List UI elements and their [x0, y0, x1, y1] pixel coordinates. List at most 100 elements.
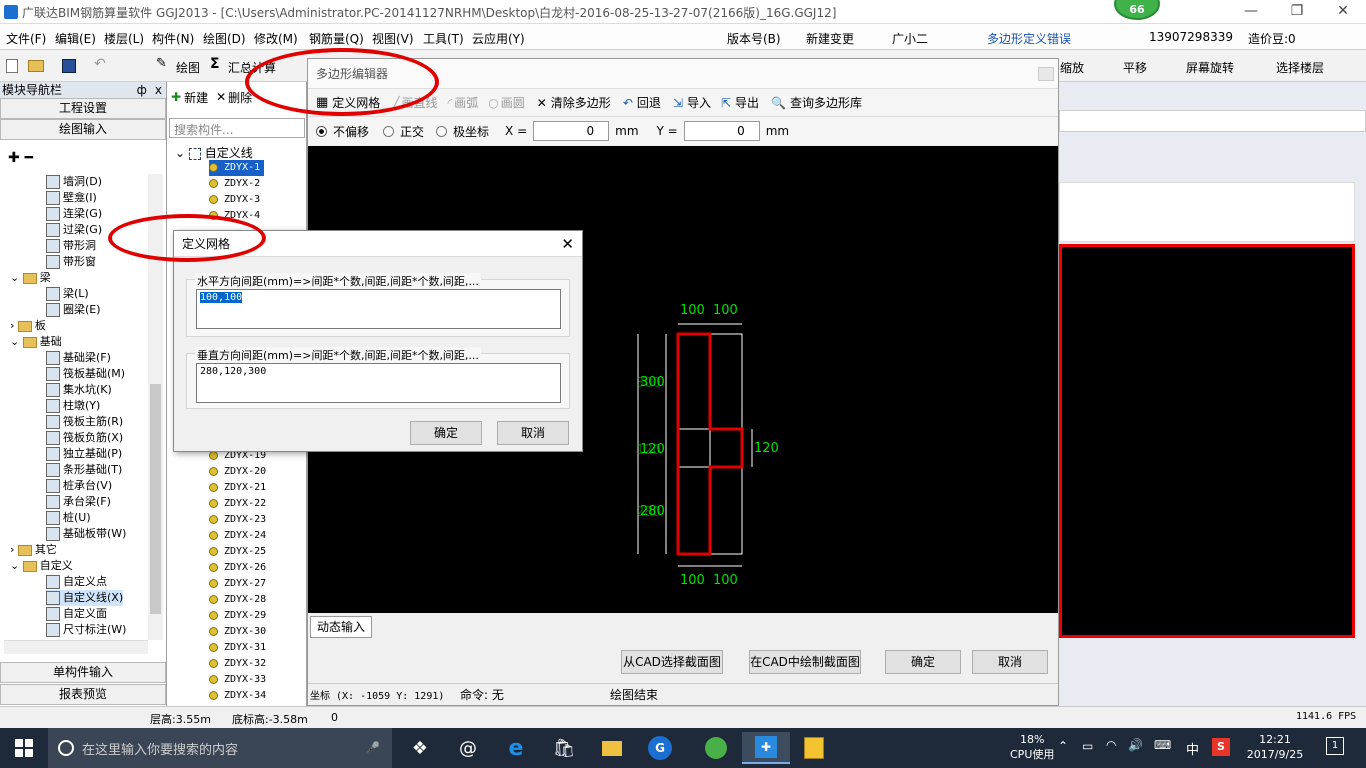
clear-polygon-button[interactable]: 清除多边形	[551, 94, 611, 111]
volume-icon[interactable]: 🔊	[1128, 738, 1143, 752]
radio-polar[interactable]	[436, 125, 448, 137]
y-input[interactable]: 0	[683, 121, 760, 141]
taskbar-search[interactable]: 在这里输入你要搜索的内容 🎤	[48, 728, 392, 768]
tray-arrow-icon[interactable]: ⌃	[1058, 739, 1068, 753]
ggj-active-icon[interactable]: ✚	[742, 732, 790, 764]
import-icon[interactable]: ⇲	[673, 96, 683, 110]
menu-tools[interactable]: 工具(T)	[423, 30, 464, 47]
circle-button[interactable]: 画圆	[501, 94, 525, 111]
list-item[interactable]: ZDYX-27	[209, 576, 266, 592]
tree-item[interactable]: 带形窗	[46, 254, 96, 270]
new-button[interactable]: 新建	[184, 89, 208, 106]
polygon-close-icon[interactable]	[1038, 67, 1054, 81]
list-item[interactable]: ZDYX-25	[209, 544, 266, 560]
tree-folder[interactable]: ⌄ 基础	[10, 334, 62, 350]
close-icon[interactable]: ✕	[561, 235, 574, 253]
tray-chat-icon[interactable]: ▭	[1082, 739, 1093, 753]
list-item-selected[interactable]: ZDYX-1	[209, 160, 265, 176]
chevron-down-icon[interactable]: ⌄	[10, 271, 23, 284]
open-folder-icon[interactable]	[28, 60, 44, 72]
price-beans[interactable]: 造价豆:0	[1248, 30, 1296, 47]
clear-icon[interactable]: ✕	[537, 96, 547, 110]
tree-item[interactable]: 集水坑(K)	[46, 382, 112, 398]
list-item[interactable]: ZDYX-32	[209, 656, 266, 672]
rotate-button[interactable]: 屏幕旋转	[1186, 59, 1234, 76]
select-floor-button[interactable]: 选择楼层	[1276, 59, 1324, 76]
list-item[interactable]: ZDYX-29	[209, 608, 266, 624]
list-item[interactable]: ZDYX-26	[209, 560, 266, 576]
radio-no-offset[interactable]	[316, 125, 327, 137]
project-settings-button[interactable]: 工程设置	[0, 98, 166, 119]
menu-assistant[interactable]: 广小二	[892, 30, 928, 47]
store-icon[interactable]: 🛍	[540, 732, 588, 764]
tree-item[interactable]: 自定义面	[46, 606, 107, 622]
menu-edit[interactable]: 编辑(E)	[55, 30, 96, 47]
tree-item[interactable]: 筏板负筋(X)	[46, 430, 123, 446]
tree-item[interactable]: 自定义点	[46, 574, 107, 590]
poly-ok-button[interactable]: 确定	[885, 650, 961, 674]
tree-folder[interactable]: › 板	[10, 318, 46, 334]
poly-cancel-button[interactable]: 取消	[972, 650, 1048, 674]
menu-cloud[interactable]: 云应用(Y)	[472, 30, 525, 47]
circle-icon[interactable]: ○	[488, 96, 498, 110]
start-button[interactable]	[0, 732, 48, 764]
nav-close-icon[interactable]: x	[155, 82, 162, 98]
chevron-right-icon[interactable]: ›	[10, 319, 18, 332]
app-spiral-icon[interactable]: @	[444, 732, 492, 764]
report-preview-button[interactable]: 报表预览	[0, 684, 166, 705]
list-item[interactable]: ZDYX-33	[209, 672, 266, 688]
save-icon[interactable]	[62, 59, 76, 73]
draw-in-cad-button[interactable]: 在CAD中绘制截面图	[749, 650, 861, 674]
menu-modify[interactable]: 修改(M)	[254, 30, 298, 47]
tree-item[interactable]: 过梁(G)	[46, 222, 102, 238]
close-button[interactable]: ✕	[1320, 0, 1366, 24]
list-item[interactable]: ZDYX-31	[209, 640, 266, 656]
tree-item[interactable]: 基础板带(W)	[46, 526, 126, 542]
export-button[interactable]: 导出	[735, 94, 759, 111]
new-file-icon[interactable]	[6, 59, 18, 73]
chevron-down-icon[interactable]: ⌄	[175, 146, 189, 160]
tree-item[interactable]: 桩(U)	[46, 510, 91, 526]
list-item[interactable]: ZDYX-3	[209, 192, 260, 208]
list-item[interactable]: ZDYX-23	[209, 512, 266, 528]
clock[interactable]: 12:21 2017/9/25	[1246, 732, 1304, 762]
list-item[interactable]: ZDYX-21	[209, 480, 266, 496]
menu-version[interactable]: 版本号(B)	[727, 30, 781, 47]
glodon-icon[interactable]: G	[636, 732, 684, 764]
tree-item[interactable]: 筏板主筋(R)	[46, 414, 123, 430]
menu-floor[interactable]: 楼层(L)	[104, 30, 144, 47]
draw-button[interactable]: 绘图	[176, 59, 200, 76]
component-search-input[interactable]: 搜索构件...	[169, 118, 305, 138]
wifi-icon[interactable]: ◠	[1106, 738, 1116, 752]
notes-icon[interactable]	[790, 732, 838, 764]
taskview-icon[interactable]: ❖	[396, 732, 444, 764]
tree-item[interactable]: 墙洞(D)	[46, 174, 102, 190]
expand-collapse-icons[interactable]: ✚ ━	[8, 150, 33, 166]
grid-cancel-button[interactable]: 取消	[497, 421, 569, 445]
tree-folder[interactable]: › 其它	[10, 542, 57, 558]
tree-item[interactable]: 独立基础(P)	[46, 446, 122, 462]
tree-item[interactable]: 圈梁(E)	[46, 302, 101, 318]
chevron-down-icon[interactable]: ⌄	[10, 559, 23, 572]
grid-ok-button[interactable]: 确定	[410, 421, 482, 445]
green-app-icon[interactable]	[692, 732, 740, 764]
tree-item-selected[interactable]: 自定义线(X)	[46, 590, 124, 606]
list-item[interactable]: ZDYX-2	[209, 176, 260, 192]
tree-item[interactable]: 筏板基础(M)	[46, 366, 125, 382]
pin-icon[interactable]: ф	[137, 82, 147, 98]
list-item[interactable]: ZDYX-24	[209, 528, 266, 544]
menu-draw[interactable]: 绘图(D)	[203, 30, 246, 47]
undo-button[interactable]: 回退	[637, 94, 661, 111]
mic-icon[interactable]: 🎤	[365, 741, 380, 755]
tree-item[interactable]: 基础梁(F)	[46, 350, 111, 366]
search-icon[interactable]: 🔍	[771, 96, 786, 110]
minimize-button[interactable]: —	[1228, 0, 1274, 24]
radio-ortho[interactable]	[383, 125, 395, 137]
menu-view[interactable]: 视图(V)	[372, 30, 414, 47]
menu-new-change[interactable]: 新建变更	[806, 30, 854, 47]
tree-item[interactable]: 连梁(G)	[46, 206, 102, 222]
pan-button[interactable]: 平移	[1123, 59, 1147, 76]
list-item[interactable]: ZDYX-28	[209, 592, 266, 608]
menu-component[interactable]: 构件(N)	[152, 30, 194, 47]
user-phone[interactable]: 13907298339	[1149, 30, 1233, 44]
